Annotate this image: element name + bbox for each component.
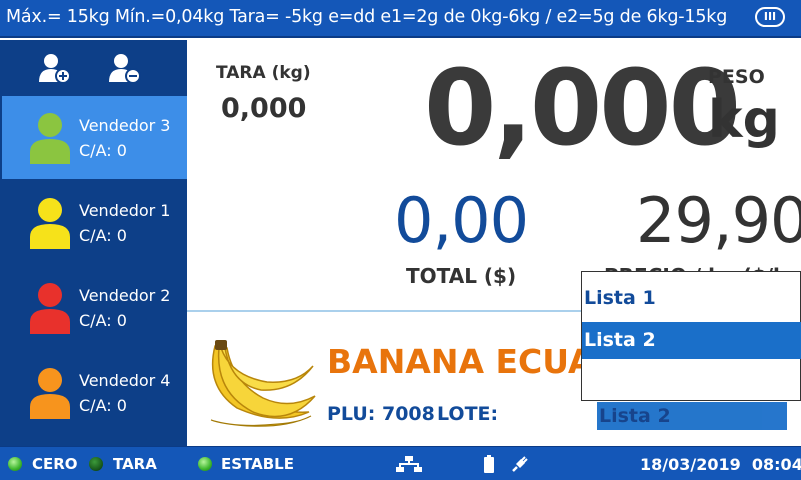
vendor-item-2[interactable]: Vendedor 2 C/A: 0	[2, 266, 187, 349]
price-list-option-selected[interactable]: Lista 2	[582, 322, 801, 359]
weight-unit: kg	[708, 90, 780, 150]
estable-indicator	[198, 457, 212, 471]
price-list-option[interactable]: Lista 1	[582, 280, 801, 317]
vendor-sidebar: Vendedor 3 C/A: 0 Vendedor 1 C/A: 0 Vend…	[0, 40, 187, 446]
tara-indicator	[89, 457, 103, 471]
status-bar: CERO TARA ESTABLE 18/03/2019 08:04	[0, 446, 801, 480]
lote-label: LOTE:	[437, 403, 499, 425]
vendor-item-1[interactable]: Vendedor 1 C/A: 0	[2, 181, 187, 264]
user-minus-icon	[109, 54, 141, 84]
person-icon	[30, 368, 70, 419]
person-icon	[30, 283, 70, 334]
time: 08:04	[751, 455, 801, 474]
banana-image	[210, 340, 316, 427]
remove-vendor-button[interactable]	[108, 52, 144, 86]
weight-value: 0,000	[424, 47, 741, 169]
network-icon	[396, 456, 422, 472]
tara-label: TARA (kg)	[216, 63, 311, 83]
plug-icon	[512, 456, 528, 472]
vendor-item-4[interactable]: Vendedor 4 C/A: 0	[2, 351, 187, 434]
tara-status-label: TARA	[113, 455, 157, 473]
price-list-option[interactable]	[582, 364, 801, 401]
total-value: 0,00	[394, 184, 529, 257]
date: 18/03/2019	[640, 455, 741, 474]
spec-bar: Máx.= 15kg Mín.=0,04kg Tara= -5kg e=dd e…	[0, 0, 801, 38]
estable-label: ESTABLE	[221, 455, 294, 473]
vendor-actions	[0, 40, 187, 96]
vendor-name: Vendedor 4	[79, 371, 171, 390]
vendor-item-3[interactable]: Vendedor 3 C/A: 0	[2, 96, 187, 179]
total-label: TOTAL ($)	[406, 264, 517, 288]
vendor-name: Vendedor 2	[79, 286, 171, 305]
add-vendor-button[interactable]	[38, 52, 74, 86]
cero-label: CERO	[32, 455, 78, 473]
plu-label: PLU: 7008	[327, 403, 435, 425]
person-icon	[30, 198, 70, 249]
battery-icon	[484, 455, 494, 473]
user-plus-icon	[39, 54, 71, 84]
price-list-dropdown: Lista 1 Lista 2	[581, 271, 801, 401]
peso-label: PESO	[708, 66, 765, 88]
vendor-name: Vendedor 3	[79, 116, 171, 135]
cero-indicator	[8, 457, 22, 471]
person-icon	[30, 113, 70, 164]
accuracy-class-badge: III	[755, 7, 785, 27]
date-time: 18/03/2019 08:04	[640, 455, 801, 474]
vendor-ca: C/A: 0	[79, 141, 127, 160]
vendor-ca: C/A: 0	[79, 396, 127, 415]
vendor-ca: C/A: 0	[79, 226, 127, 245]
scale-spec-text: Máx.= 15kg Mín.=0,04kg Tara= -5kg e=dd e…	[6, 7, 728, 27]
vendor-name: Vendedor 1	[79, 201, 171, 220]
tara-value: 0,000	[221, 93, 307, 124]
vendor-ca: C/A: 0	[79, 311, 127, 330]
price-list-select[interactable]: Lista 2	[597, 402, 787, 430]
unit-price-value: 29,90	[636, 184, 801, 257]
